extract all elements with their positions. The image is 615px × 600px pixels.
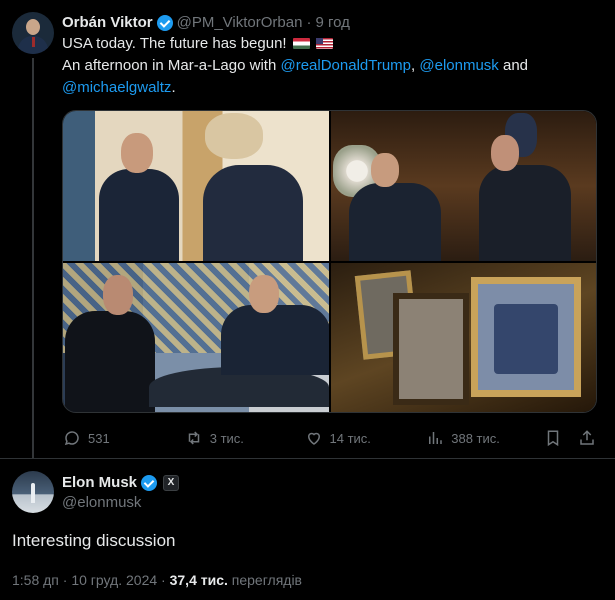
thread-connector-line — [32, 58, 34, 458]
views-chart-icon — [425, 428, 445, 448]
post-time[interactable]: 9 год — [315, 14, 349, 31]
and-word: and — [502, 57, 529, 74]
tweet-text: Interesting discussion — [12, 531, 176, 550]
bookmark-icon[interactable] — [543, 428, 563, 448]
tweet-header: Elon Musk X — [62, 474, 599, 491]
views-label: переглядів — [231, 572, 302, 588]
period: . — [171, 79, 176, 96]
mention-realdonaldtrump[interactable]: @realDonaldTrump — [280, 57, 411, 74]
avatar[interactable] — [12, 12, 54, 54]
reply-icon — [62, 428, 82, 448]
repost-count: 3 тис. — [209, 430, 244, 446]
separator-dot: · — [306, 14, 312, 31]
handshake-room-photo[interactable] — [330, 111, 596, 261]
hungary-flag-icon — [292, 38, 310, 49]
like-count: 14 тис. — [329, 430, 371, 446]
x-affiliation-badge-icon: X — [163, 474, 180, 491]
views-count: 37,4 тис. — [169, 572, 228, 588]
handshake-photo[interactable] — [63, 111, 329, 261]
mention-michaelgwaltz[interactable]: @michaelgwaltz — [62, 79, 171, 96]
views-count: 388 тис. — [451, 430, 500, 446]
usa-flag-icon — [315, 38, 333, 49]
tweet-text: USA today. The future has begun! An afte… — [62, 33, 599, 99]
table-meeting-photo[interactable] — [63, 262, 329, 412]
tweet-actions: 531 3 тис. 14 тис. 388 тис. — [62, 428, 597, 448]
timestamp[interactable]: 1:58 дп · 10 груд. 2024 · — [12, 572, 166, 588]
author-handle[interactable]: @PM_ViktorOrban — [177, 14, 303, 31]
quoted-tweet[interactable]: Orbán Viktor @PM_ViktorOrban · 9 год USA… — [62, 14, 599, 99]
reply-button[interactable]: 531 — [62, 428, 184, 448]
verified-badge-icon — [156, 14, 173, 31]
photo-grid — [62, 110, 597, 413]
heart-icon — [304, 428, 324, 448]
repost-icon — [184, 428, 204, 448]
framed-pictures-photo[interactable] — [330, 262, 596, 412]
author-name[interactable]: Elon Musk — [62, 474, 137, 491]
avatar[interactable] — [12, 471, 54, 513]
verified-badge-icon — [141, 474, 158, 491]
tweet-meta: 1:58 дп · 10 груд. 2024 · 37,4 тис. пере… — [12, 572, 302, 588]
author-name[interactable]: Orbán Viktor — [62, 14, 153, 31]
tweet-line-2-prefix: An afternoon in Mar-a-Lago with — [62, 57, 277, 74]
share-icon[interactable] — [577, 428, 597, 448]
repost-button[interactable]: 3 тис. — [184, 428, 304, 448]
like-button[interactable]: 14 тис. — [304, 428, 426, 448]
tweet-line-1: USA today. The future has begun! — [62, 35, 287, 52]
author-handle[interactable]: @elonmusk — [62, 494, 599, 511]
comma: , — [411, 57, 416, 74]
reply-count: 531 — [88, 430, 110, 446]
divider — [0, 458, 615, 459]
reply-tweet[interactable]: Elon Musk X @elonmusk — [62, 474, 599, 511]
views-button[interactable]: 388 тис. — [425, 428, 543, 448]
mention-elonmusk[interactable]: @elonmusk — [419, 57, 498, 74]
tweet-header: Orbán Viktor @PM_ViktorOrban · 9 год — [62, 14, 599, 31]
